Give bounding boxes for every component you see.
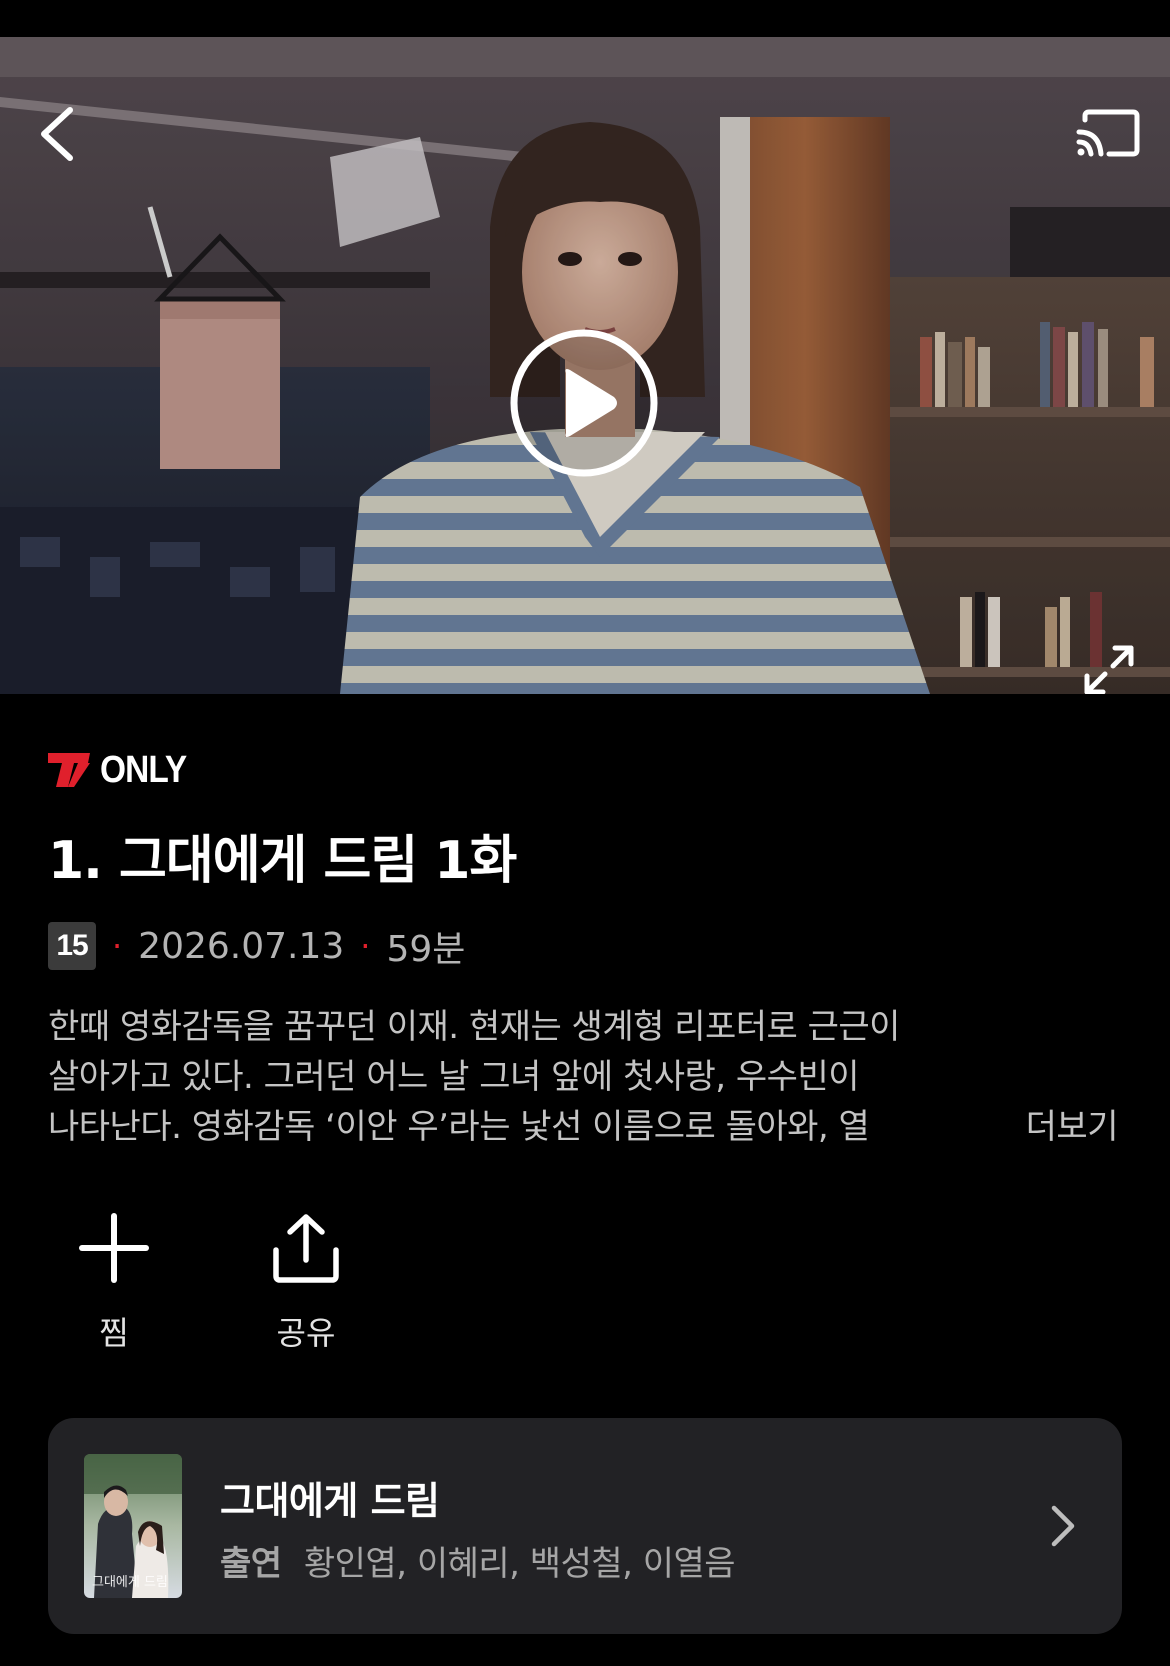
description-line: 살아가고 있다. 그러던 어느 날 그녀 앞에 첫사랑, 우수빈이 [48, 1057, 860, 1097]
description-last-row: 나타난다. 영화감독 ‘이안 우’라는 낯선 이름으로 돌아와, 열 더보기 [48, 1102, 1120, 1152]
poster-title-text: 그대에게 드림 [92, 1575, 168, 1590]
expand-icon [1084, 645, 1134, 694]
description-line: 한때 영화감독을 꿈꾸던 이재. 현재는 생계형 리포터로 근근이 [48, 1007, 900, 1047]
cast-button[interactable] [1072, 103, 1144, 163]
chevron-right-icon [1051, 1505, 1075, 1547]
episode-title: 1. 그대에게 드림 1화 [48, 831, 517, 891]
series-title: 그대에게 드림 [220, 1479, 440, 1523]
separator-dot: · [360, 927, 371, 965]
zzim-button[interactable]: 찜 [54, 1212, 174, 1354]
cast-label: 출연 [220, 1544, 282, 1584]
more-button[interactable]: 더보기 [1026, 1102, 1119, 1152]
cast-names: 황인엽, 이혜리, 백성철, 이열음 [303, 1544, 736, 1584]
duration: 59분 [386, 929, 466, 970]
back-button[interactable] [28, 99, 88, 169]
play-circle-icon [510, 329, 658, 477]
zzim-label: 찜 [99, 1314, 129, 1352]
poster-image: 그대에게 드림 [84, 1454, 182, 1598]
brand-label: ONLY [100, 748, 187, 791]
cast-line: 출연 황인엽, 이혜리, 백성철, 이열음 [220, 1536, 736, 1585]
video-player[interactable] [0, 37, 1170, 694]
series-card[interactable]: 그대에게 드림 그대에게 드림 출연 황인엽, 이혜리, 백성철, 이열음 [48, 1418, 1122, 1634]
chevron-left-icon [41, 107, 73, 161]
separator-dot: · [112, 927, 123, 965]
plus-icon [79, 1213, 149, 1283]
series-poster: 그대에게 드림 [84, 1454, 182, 1598]
release-date: 2026.07.13 [138, 925, 345, 967]
cast-icon [1076, 109, 1140, 157]
fullscreen-button[interactable] [1078, 639, 1140, 694]
tving-only-badge: ONLY [48, 749, 198, 791]
age-rating-badge: 15 [48, 922, 96, 970]
share-label: 공유 [276, 1314, 336, 1352]
tving-logo-icon [48, 753, 90, 787]
share-icon [273, 1214, 339, 1283]
episode-description: 한때 영화감독을 꿈꾸던 이재. 현재는 생계형 리포터로 근근이 살아가고 있… [48, 1002, 1120, 1152]
share-button[interactable]: 공유 [246, 1212, 366, 1354]
play-button[interactable] [508, 327, 660, 479]
episode-meta: 15 · 2026.07.13 · 59분 [48, 922, 465, 970]
